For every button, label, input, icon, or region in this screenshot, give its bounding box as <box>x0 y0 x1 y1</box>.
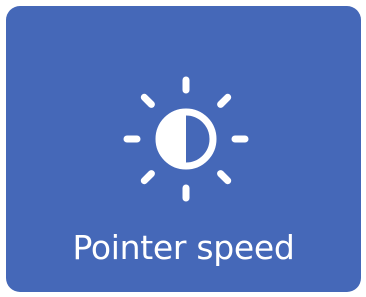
tile-label: Pointer speed <box>72 228 295 267</box>
brightness-icon <box>121 74 251 204</box>
pointer-speed-tile[interactable]: Pointer speed <box>6 6 361 292</box>
